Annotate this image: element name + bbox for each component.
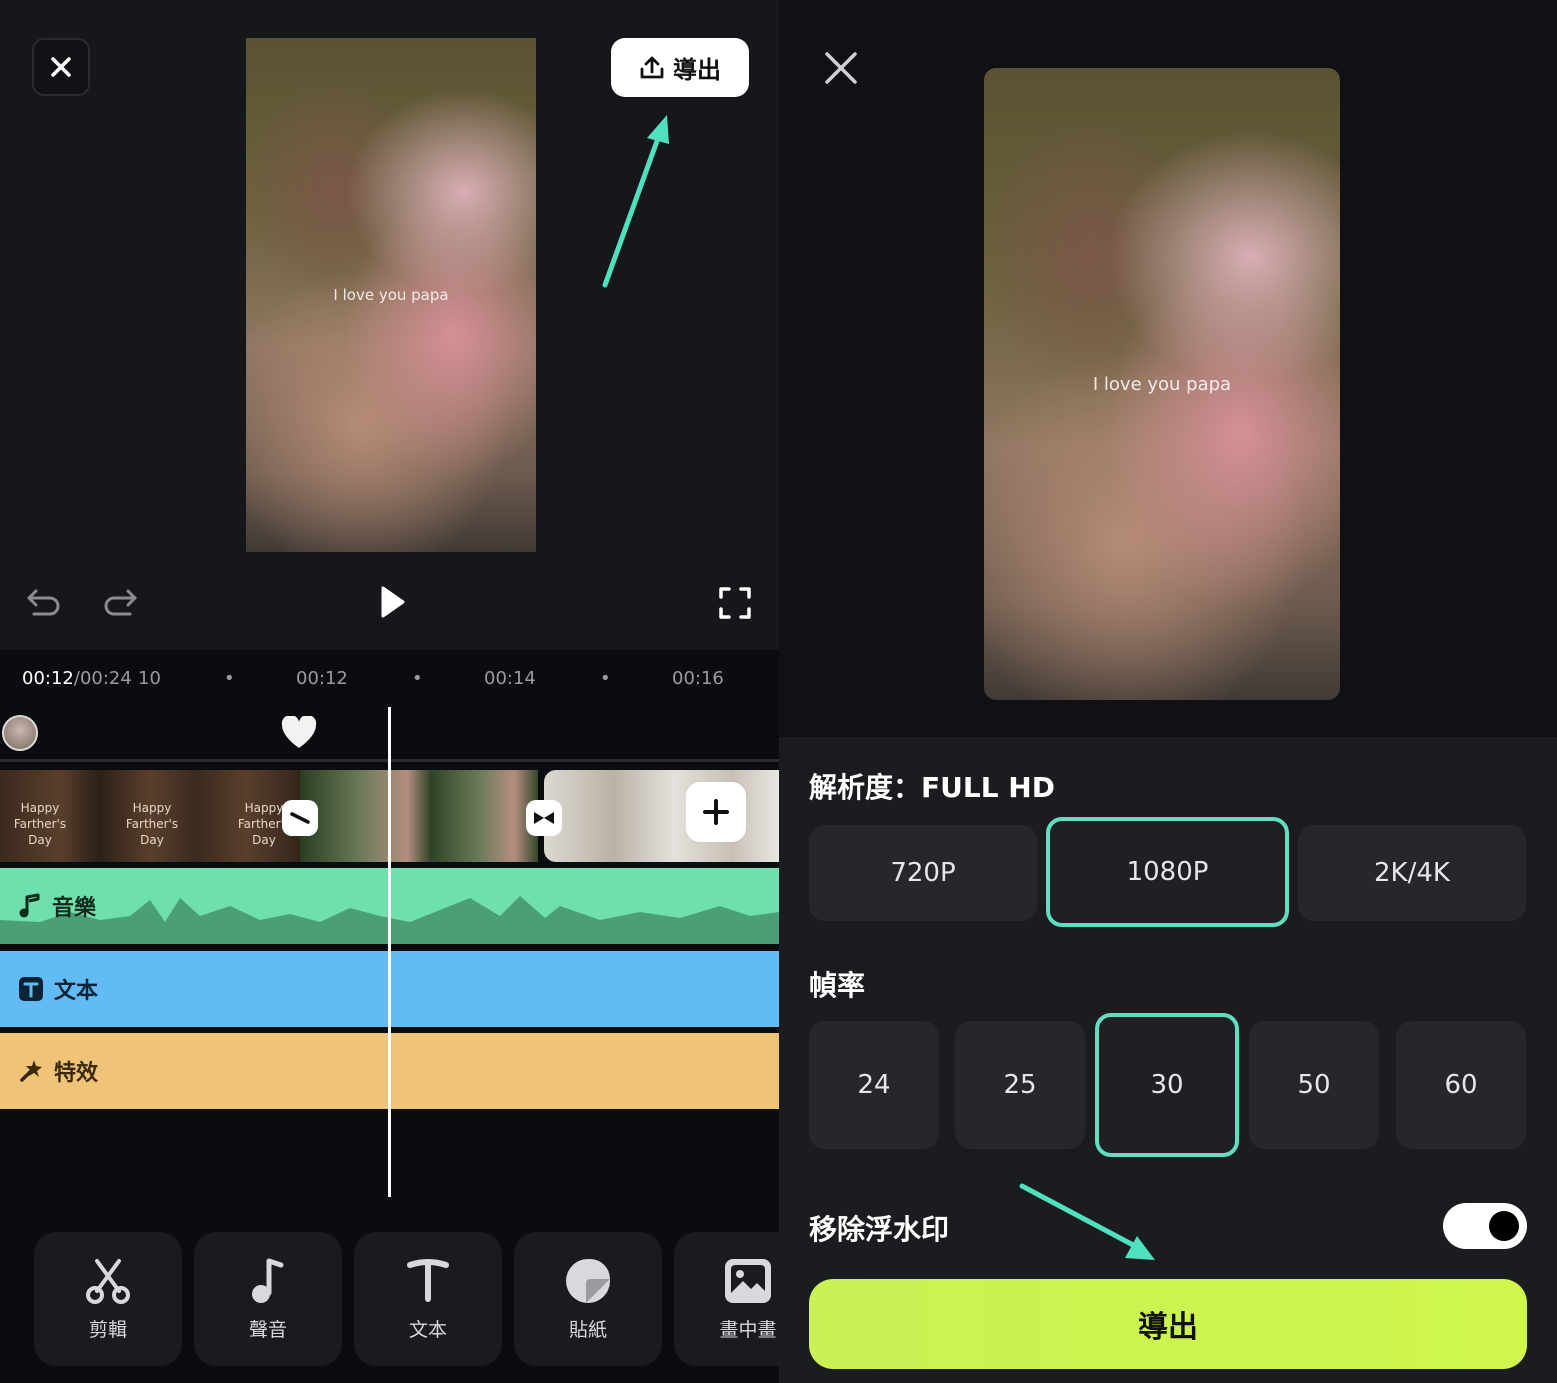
- scissors-icon: [86, 1258, 130, 1304]
- music-note-icon: [252, 1258, 284, 1303]
- time-frame: 10: [138, 668, 161, 689]
- video-caption: I love you papa: [333, 286, 449, 304]
- ruler-dot: •: [412, 668, 423, 689]
- upload-icon: [640, 56, 664, 78]
- close-editor-button[interactable]: [32, 38, 90, 96]
- resolution-option-720p[interactable]: 720P: [809, 825, 1037, 921]
- timeline-ruler: 00:12/00:24 10 • 00:12 • 00:14 • 00:16: [0, 660, 779, 700]
- close-icon: [825, 52, 857, 84]
- resolution-option-1080p[interactable]: 1080P: [1046, 817, 1289, 927]
- option-label: 60: [1444, 1070, 1478, 1100]
- framerate-title: 幀率: [809, 969, 866, 1002]
- framerate-option-30[interactable]: 30: [1095, 1013, 1239, 1157]
- framerate-option-50[interactable]: 50: [1249, 1021, 1379, 1149]
- resolution-option-2k4k[interactable]: 2K/4K: [1298, 825, 1526, 921]
- ruler-mark: 00:14: [484, 668, 536, 689]
- remove-watermark-toggle[interactable]: [1443, 1203, 1527, 1249]
- undo-button[interactable]: [24, 582, 64, 622]
- editor-screen: 導出 I love you papa 00:12/00:24 10 • 00:1…: [0, 0, 779, 1383]
- option-label: 720P: [890, 858, 956, 888]
- avatar[interactable]: [2, 715, 38, 751]
- ruler-dot: •: [600, 668, 611, 689]
- framerate-option-60[interactable]: 60: [1396, 1021, 1526, 1149]
- tool-label: 文本: [408, 1318, 447, 1341]
- effects-track-label: 特效: [54, 1061, 99, 1086]
- video-preview[interactable]: I love you papa: [246, 38, 536, 552]
- text-box-icon: [19, 977, 43, 1001]
- video-frame: I love you papa: [984, 68, 1340, 700]
- option-label: 50: [1297, 1070, 1331, 1100]
- close-export-button[interactable]: [819, 46, 863, 90]
- ruler-mark: 00:16: [672, 668, 724, 689]
- tool-pip[interactable]: 畫中畫: [674, 1232, 779, 1366]
- transition-button[interactable]: [526, 800, 562, 836]
- fullscreen-icon: [719, 587, 751, 619]
- watermark-label: 移除浮水印: [809, 1213, 950, 1246]
- tool-sticker[interactable]: 貼紙: [514, 1232, 662, 1366]
- clip-1[interactable]: Happy Farther's Day Happy Farther's Day Happ…: [0, 770, 300, 862]
- undo-icon: [27, 589, 60, 616]
- text-track-label: 文本: [54, 979, 99, 1004]
- tool-label: 聲音: [248, 1318, 287, 1341]
- option-label: 25: [1003, 1070, 1037, 1100]
- play-icon: [381, 586, 405, 618]
- option-label: 1080P: [1126, 857, 1209, 887]
- export-video-preview: I love you papa: [984, 68, 1340, 700]
- add-clip-button[interactable]: [686, 782, 746, 842]
- redo-button[interactable]: [100, 582, 140, 622]
- tool-edit[interactable]: 剪輯: [34, 1232, 182, 1366]
- close-icon: [51, 57, 71, 77]
- clip-1-text: Happy Farther's Day: [125, 801, 179, 847]
- redo-icon: [104, 589, 137, 616]
- text-t-icon: [407, 1258, 449, 1302]
- ruler-dot: •: [224, 668, 235, 689]
- resolution-title: 解析度：FULL HD: [809, 771, 1055, 804]
- plus-icon: [703, 799, 729, 825]
- tool-audio[interactable]: 聲音: [194, 1232, 342, 1366]
- framerate-option-25[interactable]: 25: [955, 1021, 1085, 1149]
- playhead[interactable]: [388, 707, 391, 1197]
- toggle-knob: [1489, 1211, 1519, 1241]
- heart-sticker-icon[interactable]: [280, 716, 318, 750]
- video-frame: I love you papa: [246, 38, 536, 552]
- export-top-label: 導出: [673, 56, 721, 84]
- music-note-icon: [19, 893, 40, 918]
- time-current: 00:12/00:24: [22, 668, 132, 689]
- option-label: 24: [857, 1070, 891, 1100]
- transition-bowtie-icon: [534, 812, 554, 824]
- tool-label: 貼紙: [568, 1318, 607, 1341]
- export-screen: I love you papa 解析度：FULL HD 720P 1080P 2…: [779, 0, 1557, 1383]
- option-label: 30: [1150, 1070, 1184, 1100]
- transition-icon: [290, 812, 310, 824]
- clip-1-text: Happy Farther's Day: [13, 801, 67, 847]
- magic-wand-icon: [20, 1060, 42, 1082]
- export-top-button[interactable]: 導出: [611, 38, 749, 97]
- fullscreen-button[interactable]: [714, 582, 756, 624]
- tool-label: 畫中畫: [719, 1318, 777, 1341]
- tool-text[interactable]: 文本: [354, 1232, 502, 1366]
- export-button-label: 導出: [1138, 1310, 1198, 1345]
- video-caption: I love you papa: [1092, 374, 1232, 395]
- music-track-label: 音樂: [52, 896, 97, 921]
- framerate-option-24[interactable]: 24: [809, 1021, 939, 1149]
- tool-label: 剪輯: [88, 1318, 127, 1341]
- tool-bar: 剪輯 聲音 文本 貼紙 畫中畫: [0, 1232, 779, 1372]
- clip-2[interactable]: [300, 770, 538, 862]
- picture-in-picture-icon: [725, 1258, 771, 1303]
- option-label: 2K/4K: [1374, 858, 1450, 888]
- transition-button[interactable]: [282, 800, 318, 836]
- sticker-icon: [566, 1258, 610, 1303]
- play-button[interactable]: [370, 580, 414, 624]
- export-button[interactable]: 導出: [809, 1279, 1527, 1369]
- ruler-mark: 00:12: [296, 668, 348, 689]
